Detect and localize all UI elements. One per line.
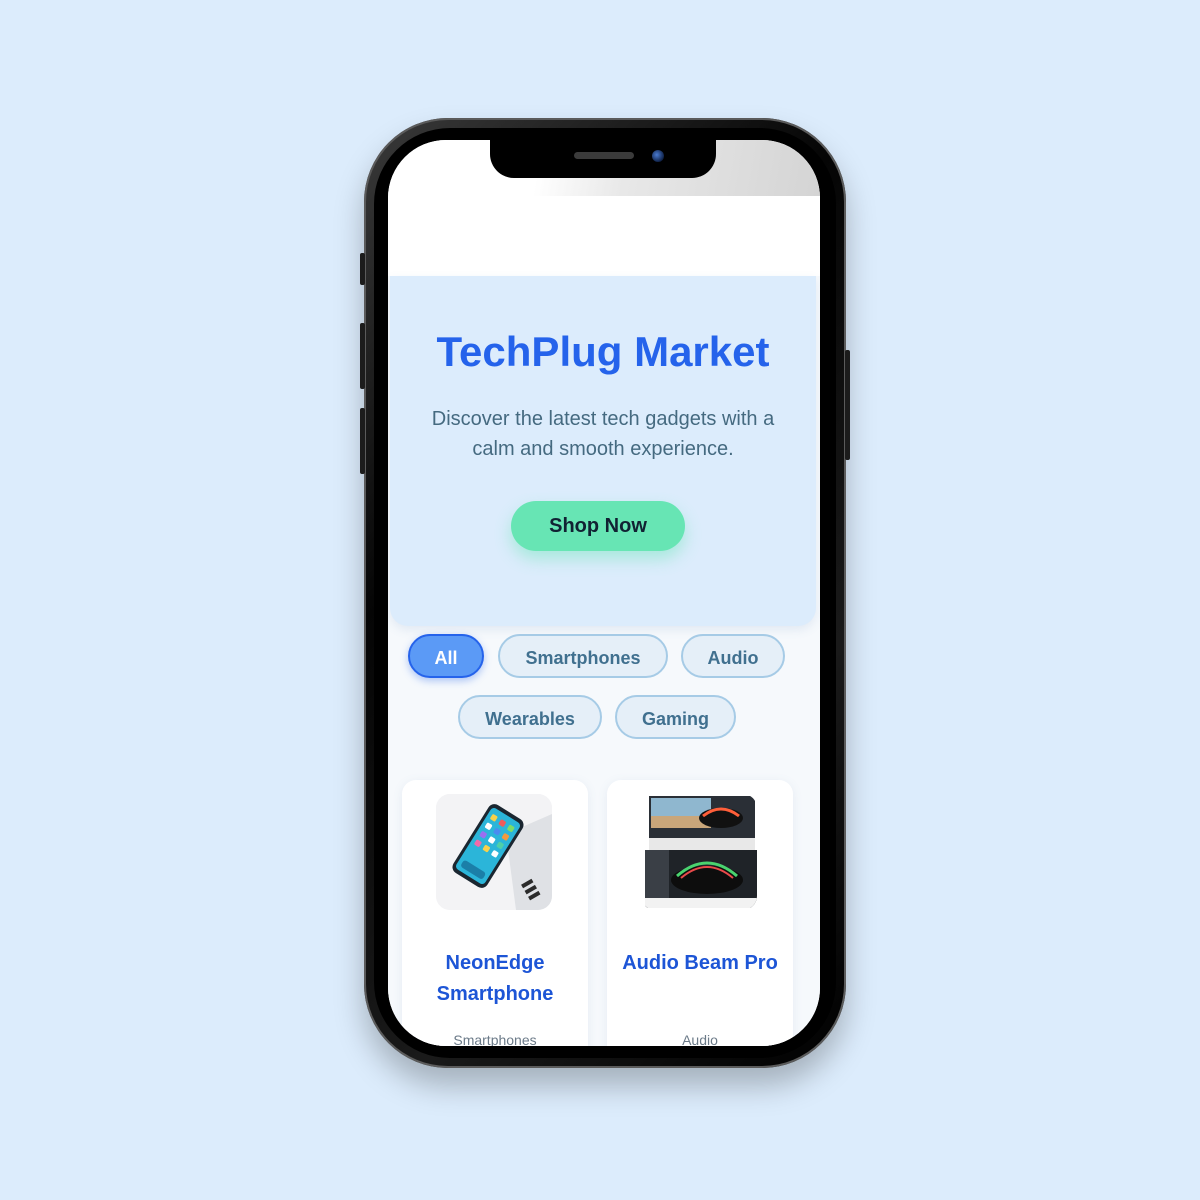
app-content: TechPlug Market Discover the latest tech… (388, 196, 820, 1046)
product-name: NeonEdge Smartphone (436, 952, 554, 1005)
volume-up-button (360, 323, 365, 389)
filter-chip-audio[interactable]: Audio (681, 634, 785, 678)
product-category: Audio (682, 1032, 718, 1046)
hero-subtitle: Discover the latest tech gadgets with a … (431, 408, 775, 460)
hero-section: TechPlug Market Discover the latest tech… (390, 276, 816, 626)
filter-chip-all[interactable]: All (408, 634, 484, 678)
phone-screen: TechPlug Market Discover the latest tech… (388, 140, 820, 1046)
silent-switch (360, 253, 365, 285)
filter-chip-wearables[interactable]: Wearables (458, 695, 602, 739)
product-name: Audio Beam Pro (622, 952, 778, 974)
power-button (845, 350, 850, 460)
app-header (388, 196, 820, 276)
smartphone-icon (436, 794, 552, 910)
camera-icon (652, 150, 664, 162)
speaker-box-icon (641, 794, 757, 910)
phone-notch (490, 140, 716, 178)
shop-now-button[interactable]: Shop Now (511, 501, 685, 551)
product-card[interactable]: Audio Beam Pro Audio (607, 780, 793, 1046)
volume-down-button (360, 408, 365, 474)
speaker-icon (574, 152, 634, 159)
filter-chip-smartphones[interactable]: Smartphones (498, 634, 668, 678)
product-card[interactable]: NeonEdge Smartphone Smartphones (402, 780, 588, 1046)
filter-chip-gaming[interactable]: Gaming (615, 695, 736, 739)
product-category: Smartphones (453, 1032, 537, 1046)
hero-title: TechPlug Market (436, 328, 770, 375)
